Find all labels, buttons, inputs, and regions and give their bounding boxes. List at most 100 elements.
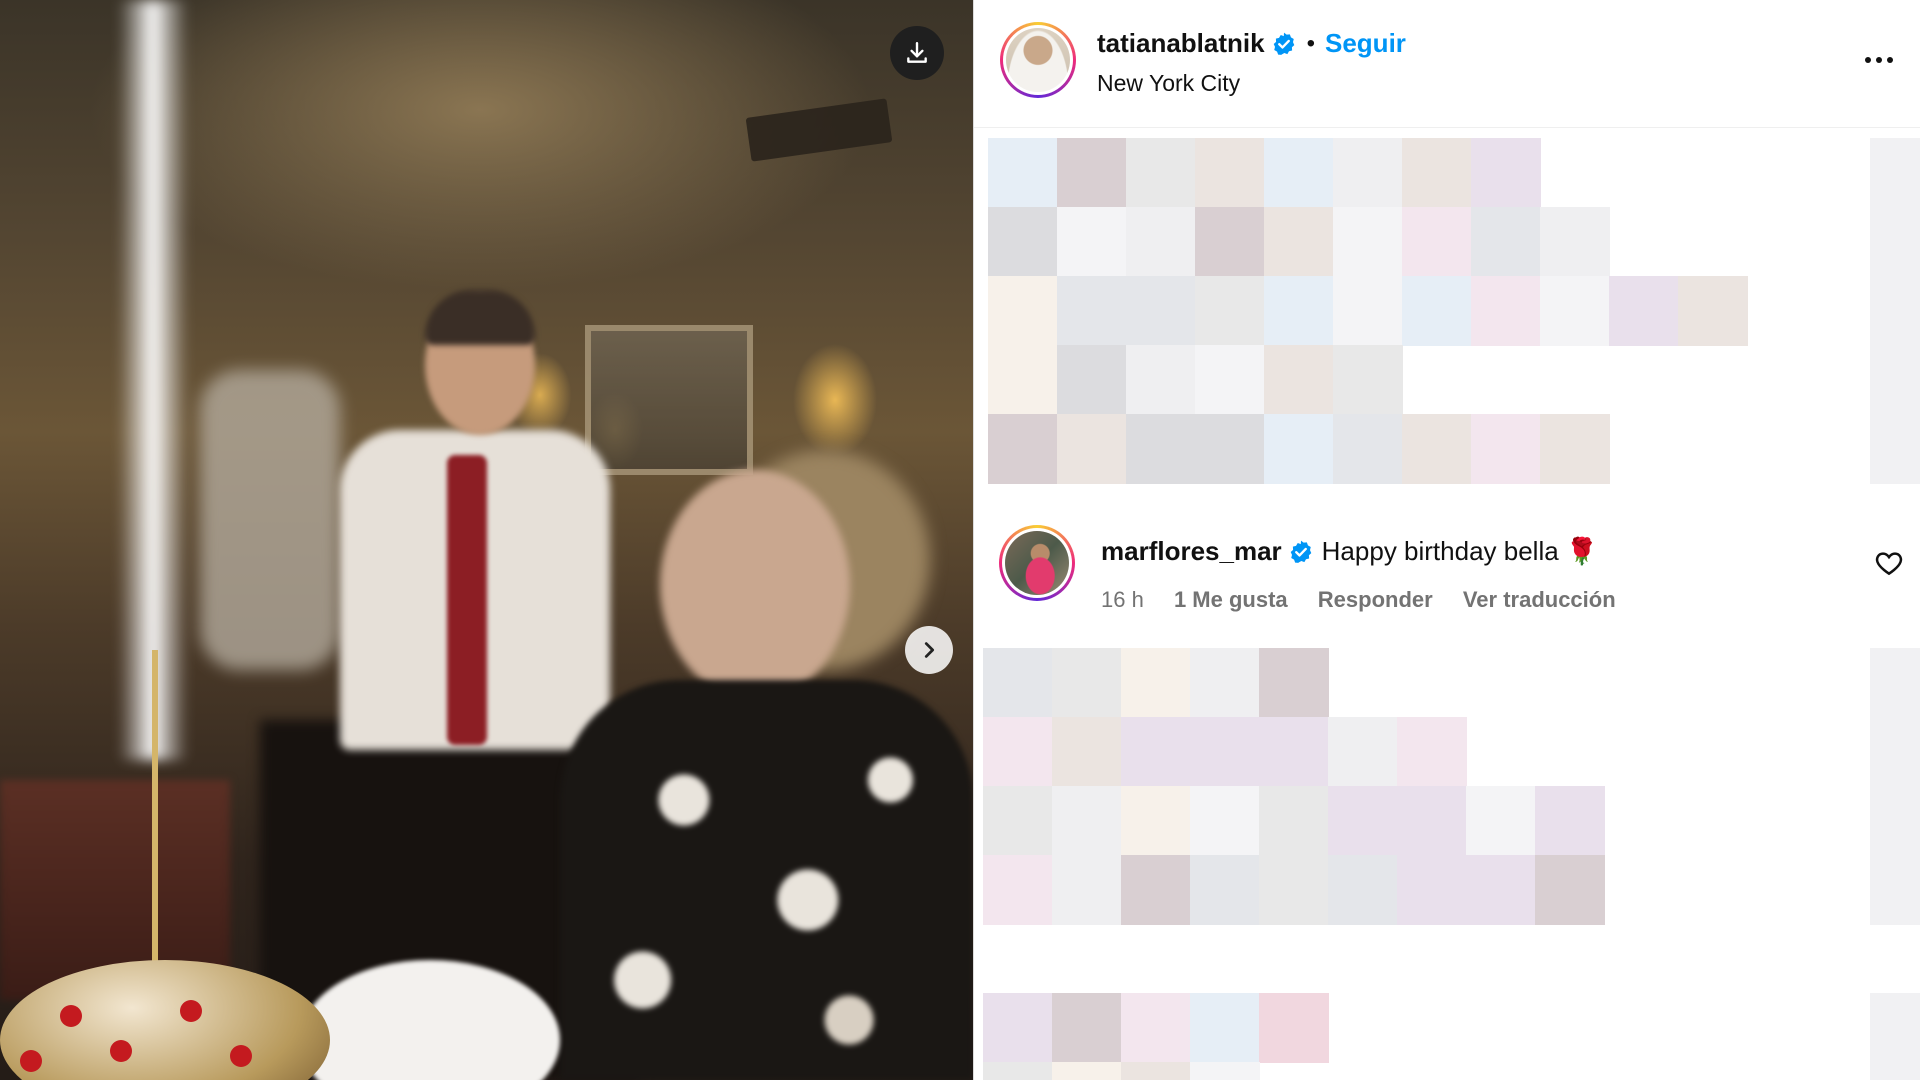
pixelated-tile: [1402, 138, 1472, 208]
pixelated-tile: [1195, 276, 1265, 346]
pixelated-tile: [1397, 855, 1467, 925]
download-icon: [907, 42, 927, 63]
pixelated-tile: [1057, 276, 1127, 346]
pixelated-tile: [1259, 855, 1329, 925]
comment-author-avatar[interactable]: [999, 525, 1075, 601]
author-avatar-image: [1006, 28, 1070, 92]
pixelated-tile: [1121, 648, 1191, 718]
post-header: tatianablatnik • Seguir New York City: [974, 0, 1920, 128]
pixelated-tile: [1870, 138, 1920, 208]
verified-badge-icon: [1271, 31, 1297, 57]
comment-likes-count[interactable]: 1 Me gusta: [1174, 587, 1288, 612]
pixelated-tile: [988, 138, 1058, 208]
pixelated-tile: [1052, 717, 1122, 787]
pixelated-tile: [1328, 786, 1398, 856]
pixelated-caption-block: [988, 138, 1920, 484]
pixelated-tile: [1190, 786, 1260, 856]
pixelated-tile: [1264, 207, 1334, 277]
reply-button[interactable]: Responder: [1318, 587, 1433, 612]
person-hair: [425, 290, 535, 345]
comment-text: Happy birthday bella 🌹: [1321, 536, 1599, 566]
sparkler-stick: [152, 650, 158, 970]
post-location[interactable]: New York City: [1097, 70, 1240, 97]
pixelated-tile: [983, 717, 1053, 787]
pixelated-tile: [1535, 855, 1605, 925]
pixelated-tile: [988, 276, 1058, 346]
pixelated-tile: [1052, 993, 1122, 1063]
header-title-row: tatianablatnik • Seguir: [1097, 28, 1406, 59]
follow-button[interactable]: Seguir: [1325, 28, 1406, 59]
next-slide-button[interactable]: [905, 626, 953, 674]
chevron-right-icon: [924, 642, 935, 658]
pixelated-tile: [1471, 138, 1541, 208]
ceiling-vent: [745, 98, 893, 162]
pixelated-tile: [988, 345, 1058, 415]
pixelated-tile: [1121, 855, 1191, 925]
pixelated-tile: [1259, 993, 1329, 1063]
pixelated-tile: [1402, 276, 1472, 346]
pixelated-tile: [1121, 1062, 1191, 1080]
post-media-video[interactable]: [0, 0, 973, 1080]
pixelated-comments-block: [983, 648, 1920, 1080]
pixelated-tile: [1052, 1062, 1122, 1080]
comment-time[interactable]: 16 h: [1101, 587, 1144, 612]
pixelated-tile: [1052, 648, 1122, 718]
pixelated-tile: [983, 993, 1053, 1063]
pixelated-tile: [1402, 207, 1472, 277]
pixelated-tile: [1190, 1062, 1260, 1080]
woman-blouse: [560, 680, 973, 1080]
pixelated-tile: [1052, 786, 1122, 856]
pixelated-tile: [988, 207, 1058, 277]
pixelated-tile: [1466, 786, 1536, 856]
pixelated-tile: [1870, 786, 1920, 856]
pixelated-tile: [1678, 276, 1748, 346]
pixelated-tile: [1057, 138, 1127, 208]
pixelated-tile: [1195, 414, 1265, 484]
pixelated-tile: [1057, 414, 1127, 484]
pixelated-tile: [1328, 717, 1398, 787]
pixelated-tile: [1121, 993, 1191, 1063]
pixelated-tile: [1333, 414, 1403, 484]
verified-badge-icon: [1288, 539, 1314, 565]
pixelated-tile: [1264, 414, 1334, 484]
pixelated-tile: [1259, 786, 1329, 856]
download-button[interactable]: [890, 26, 944, 80]
pixelated-tile: [1126, 414, 1196, 484]
pixelated-tile: [1540, 276, 1610, 346]
pixelated-tile: [1264, 276, 1334, 346]
pixelated-tile: [1870, 345, 1920, 415]
pixelated-tile: [1195, 207, 1265, 277]
see-translation-button[interactable]: Ver traducción: [1463, 587, 1616, 612]
pixelated-tile: [1264, 138, 1334, 208]
pixelated-tile: [1121, 717, 1191, 787]
comment-author-username[interactable]: marflores_mar: [1101, 536, 1282, 567]
pixelated-tile: [1121, 786, 1191, 856]
author-username[interactable]: tatianablatnik: [1097, 28, 1265, 59]
pixelated-tile: [1190, 648, 1260, 718]
pixelated-tile: [1870, 993, 1920, 1063]
more-options-button[interactable]: [1854, 45, 1904, 75]
pixelated-tile: [1471, 207, 1541, 277]
separator-dot: •: [1306, 29, 1315, 57]
pixelated-tile: [1870, 207, 1920, 277]
pixelated-tile: [1052, 855, 1122, 925]
pixelated-tile: [1870, 1062, 1920, 1080]
pixelated-tile: [1259, 717, 1329, 787]
pixelated-tile: [1126, 207, 1196, 277]
pixelated-tile: [1333, 345, 1403, 415]
pixelated-tile: [1126, 345, 1196, 415]
pixelated-tile: [1535, 786, 1605, 856]
pixelated-tile: [1397, 717, 1467, 787]
comment-row: marflores_mar Happy birthday bella 🌹: [1101, 536, 1598, 567]
pixelated-tile: [1190, 717, 1260, 787]
pixelated-tile: [1466, 855, 1536, 925]
pixelated-tile: [1333, 207, 1403, 277]
pixelated-tile: [1333, 276, 1403, 346]
pixelated-tile: [1471, 414, 1541, 484]
author-avatar[interactable]: [1000, 22, 1076, 98]
pixelated-tile: [1402, 414, 1472, 484]
post-details-panel: tatianablatnik • Seguir New York City ma…: [974, 0, 1920, 1080]
sparkler-flame: [118, 0, 188, 760]
comment-author-avatar-image: [1005, 531, 1069, 595]
heart-icon[interactable]: [1874, 548, 1904, 578]
